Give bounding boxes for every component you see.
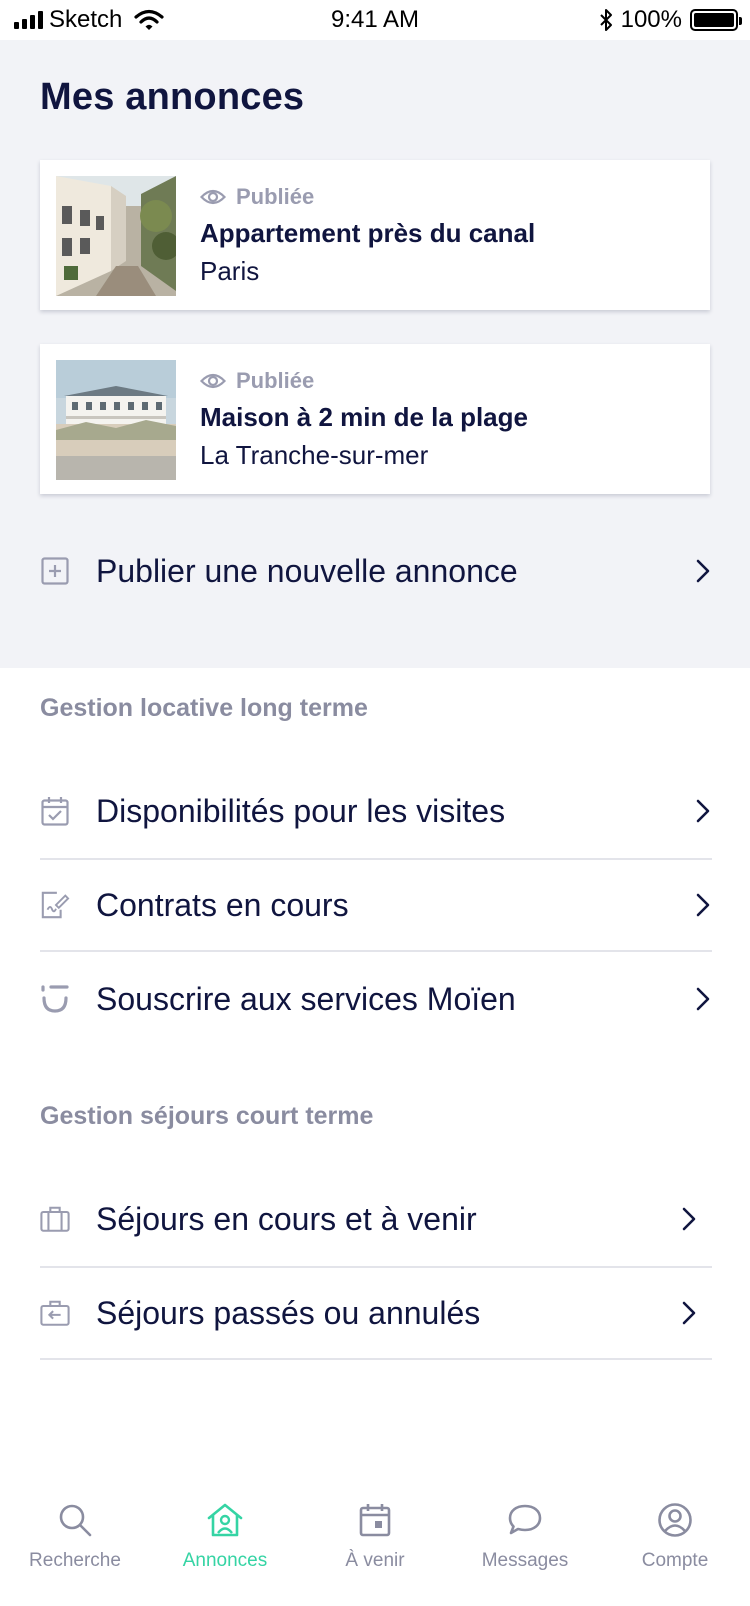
house-user-icon xyxy=(205,1500,245,1540)
current-contracts-row[interactable]: Contrats en cours xyxy=(40,860,712,950)
current-contracts-label: Contrats en cours xyxy=(96,886,349,923)
listing-title: Maison à 2 min de la plage xyxy=(200,402,528,432)
listing-status: Publiée xyxy=(200,368,314,394)
calendar-icon xyxy=(355,1500,395,1540)
status-bar: Sketch 9:41 AM 100% xyxy=(0,0,750,40)
tab-recherche[interactable]: Recherche xyxy=(0,1486,150,1606)
divider xyxy=(40,950,712,952)
listing-photo xyxy=(56,176,176,296)
tab-messages[interactable]: Messages xyxy=(450,1486,600,1606)
contract-sign-icon xyxy=(40,890,70,920)
section-heading-short-term: Gestion séjours court terme xyxy=(40,1102,374,1130)
tab-label: À venir xyxy=(345,1550,405,1571)
tab-annonces[interactable]: Annonces xyxy=(150,1486,300,1606)
status-right: 100% xyxy=(599,6,742,34)
tab-label: Annonces xyxy=(182,1550,268,1571)
listing-city: Paris xyxy=(200,256,260,286)
listing-status-label: Publiée xyxy=(236,184,315,209)
listings-section: Mes annonces Publiée Appartement près du… xyxy=(0,40,750,668)
listing-card[interactable]: Publiée Appartement près du canal Paris xyxy=(40,160,710,310)
chevron-right-icon xyxy=(680,1205,698,1233)
tab-label: Compte xyxy=(641,1550,709,1571)
listing-status: Publiée xyxy=(200,184,314,210)
chevron-right-icon xyxy=(694,891,712,919)
current-upcoming-stays-label: Séjours en cours et à venir xyxy=(96,1200,477,1237)
publish-listing-label: Publier une nouvelle annonce xyxy=(96,552,518,589)
tab-label: Messages xyxy=(481,1550,569,1571)
suitcase-return-icon xyxy=(40,1298,70,1328)
past-cancelled-stays-row[interactable]: Séjours passés ou annulés xyxy=(40,1268,712,1358)
plus-square-icon xyxy=(40,556,70,586)
chevron-right-icon xyxy=(694,557,712,585)
availability-visits-row[interactable]: Disponibilités pour les visites xyxy=(40,766,712,856)
user-circle-icon xyxy=(655,1500,695,1540)
section-heading-long-term: Gestion locative long terme xyxy=(40,694,368,722)
tab-compte[interactable]: Compte xyxy=(600,1486,750,1606)
chat-bubble-icon xyxy=(505,1500,545,1540)
battery-icon xyxy=(690,9,742,31)
search-icon xyxy=(55,1500,95,1540)
chevron-right-icon xyxy=(680,1299,698,1327)
publish-listing-row[interactable]: Publier une nouvelle annonce xyxy=(40,526,712,616)
past-cancelled-stays-label: Séjours passés ou annulés xyxy=(96,1294,481,1331)
listing-title: Appartement près du canal xyxy=(200,218,536,248)
listing-photo xyxy=(56,360,176,480)
moien-logo-icon xyxy=(40,984,70,1014)
calendar-check-icon xyxy=(40,796,70,826)
divider xyxy=(40,1358,712,1360)
listing-city: La Tranche-sur-mer xyxy=(200,440,429,470)
tab-label: Recherche xyxy=(29,1550,121,1571)
chevron-right-icon xyxy=(694,797,712,825)
page-title: Mes annonces xyxy=(40,76,305,118)
suitcase-icon xyxy=(40,1204,70,1234)
bluetooth-icon xyxy=(599,9,612,31)
tab-a-venir[interactable]: À venir xyxy=(300,1486,450,1606)
current-upcoming-stays-row[interactable]: Séjours en cours et à venir xyxy=(40,1174,712,1264)
moien-services-label: Souscrire aux services Moïen xyxy=(96,980,516,1017)
listing-card[interactable]: Publiée Maison à 2 min de la plage La Tr… xyxy=(40,344,710,494)
eye-icon xyxy=(200,189,226,205)
moien-services-row[interactable]: Souscrire aux services Moïen xyxy=(40,954,712,1044)
availability-visits-label: Disponibilités pour les visites xyxy=(96,792,506,829)
battery-percent: 100% xyxy=(620,6,682,33)
tab-bar: Recherche Annonces À venir Messages Comp… xyxy=(0,1486,750,1606)
eye-icon xyxy=(200,373,226,389)
listing-status-label: Publiée xyxy=(236,368,315,393)
chevron-right-icon xyxy=(694,985,712,1013)
